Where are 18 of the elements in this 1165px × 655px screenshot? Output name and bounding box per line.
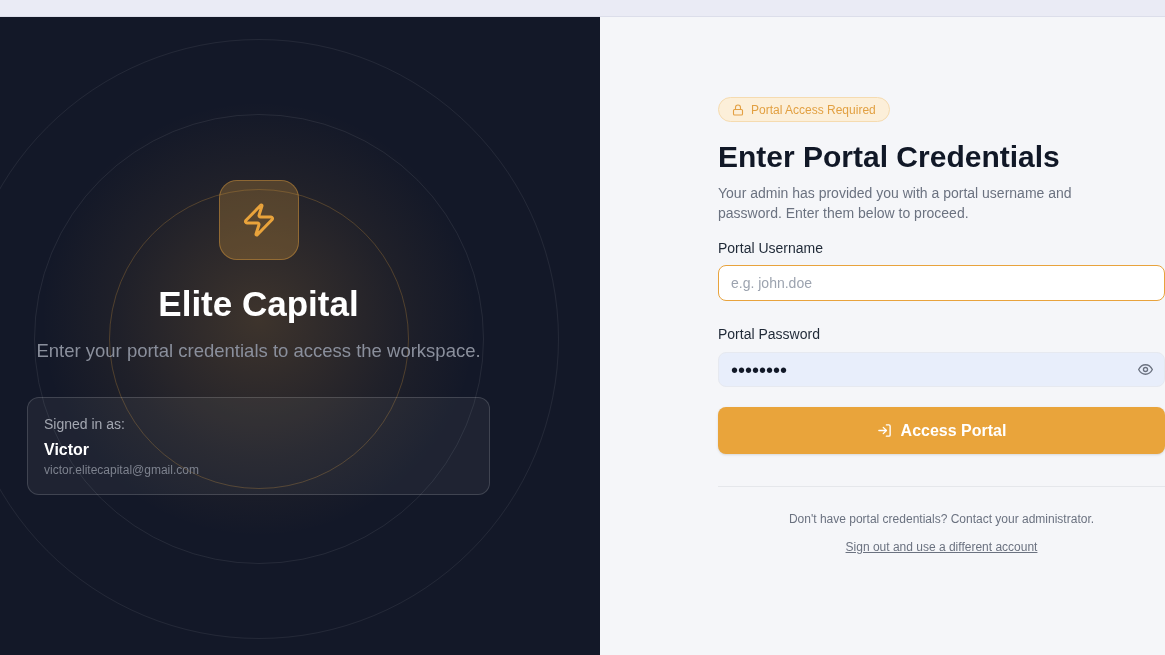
- eye-icon[interactable]: [1138, 364, 1153, 375]
- form-description: Your admin has provided you with a portal username and password. Enter them below to proceed.: [718, 184, 1073, 223]
- field-label: Portal Password: [718, 325, 821, 344]
- sign-out-link[interactable]: Sign out and use a different account: [845, 539, 1038, 555]
- username-field[interactable]: e.g. john.doe: [718, 265, 1165, 301]
- brand-title: Elite Capital: [158, 284, 359, 324]
- bolt-logo-icon: [218, 180, 299, 260]
- password-field[interactable]: ••••••••: [718, 352, 1165, 387]
- badge-text: Portal Access Required: [751, 101, 876, 118]
- sign-in-icon: [876, 423, 892, 438]
- brand-tagline: Enter your portal credentials to access the workspace.: [36, 339, 481, 363]
- form-heading: Enter Portal Credentials: [718, 139, 1061, 175]
- field-label: Portal Username: [718, 239, 825, 258]
- lock-icon: [732, 103, 744, 116]
- account-label: Signed in as:: [44, 415, 126, 434]
- account-email: victor.elitecapital@gmail.com: [44, 462, 200, 478]
- account-name: Victor: [44, 440, 91, 460]
- help-note: Don't have portal credentials? Contact your administrator.: [787, 511, 1096, 527]
